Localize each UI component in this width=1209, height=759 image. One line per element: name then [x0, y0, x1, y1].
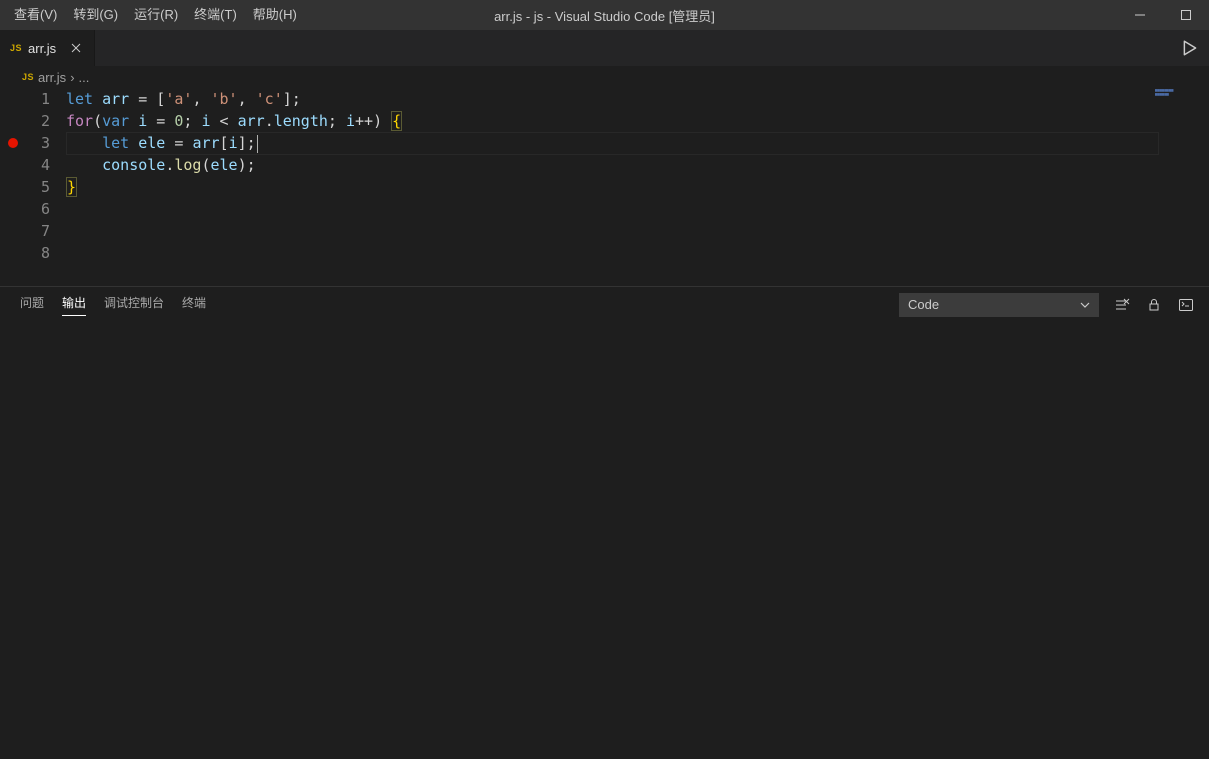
editor-tab-bar: JS arr.js: [0, 30, 1209, 66]
bottom-panel: 问题输出调试控制台终端 Code: [0, 286, 1209, 759]
breakpoint-gutter[interactable]: [0, 154, 26, 176]
menu-item[interactable]: 转到(G): [65, 0, 126, 30]
tab-arr-js[interactable]: JS arr.js: [0, 30, 95, 66]
editor-line[interactable]: 7: [0, 220, 1209, 242]
editor-line[interactable]: 1let arr = ['a', 'b', 'c'];: [0, 88, 1209, 110]
breadcrumb-tail: ...: [79, 70, 90, 85]
menu-item[interactable]: 运行(R): [126, 0, 186, 30]
code-content[interactable]: let ele = arr[i];: [66, 132, 258, 154]
close-icon: [71, 43, 81, 53]
editor-line[interactable]: 6: [0, 198, 1209, 220]
lock-icon: [1147, 298, 1161, 312]
code-content[interactable]: console.log(ele);: [66, 154, 256, 176]
run-file-button[interactable]: [1181, 39, 1199, 57]
editor-line[interactable]: 5}: [0, 176, 1209, 198]
window-title: arr.js - js - Visual Studio Code [管理员]: [494, 6, 715, 25]
menu-item[interactable]: 查看(V): [6, 0, 65, 30]
line-number: 3: [26, 132, 66, 154]
maximize-icon: [1181, 10, 1191, 20]
minimize-button[interactable]: [1117, 0, 1163, 30]
minimize-icon: [1135, 10, 1145, 20]
breakpoint-gutter[interactable]: [0, 198, 26, 220]
lock-scroll-button[interactable]: [1145, 296, 1163, 314]
code-content[interactable]: }: [66, 176, 77, 198]
editor-line[interactable]: 3 let ele = arr[i];: [0, 132, 1209, 154]
editor-line[interactable]: 4 console.log(ele);: [0, 154, 1209, 176]
editor-line[interactable]: 8: [0, 242, 1209, 264]
title-bar: 查看(V)转到(G)运行(R)终端(T)帮助(H) arr.js - js - …: [0, 0, 1209, 30]
tab-label: arr.js: [28, 41, 56, 56]
breadcrumb[interactable]: JS arr.js › ...: [0, 66, 1209, 88]
text-cursor: [257, 135, 258, 153]
maximize-button[interactable]: [1163, 0, 1209, 30]
line-number: 4: [26, 154, 66, 176]
js-file-icon: JS: [10, 43, 22, 53]
line-number: 1: [26, 88, 66, 110]
editor-line[interactable]: 2for(var i = 0; i < arr.length; i++) {: [0, 110, 1209, 132]
chevron-down-icon: [1080, 300, 1090, 310]
code-content[interactable]: let arr = ['a', 'b', 'c'];: [66, 88, 301, 110]
panel-tab[interactable]: 调试控制台: [104, 294, 164, 315]
output-channel-label: Code: [908, 297, 939, 312]
breadcrumb-separator: ›: [70, 70, 74, 85]
breakpoint-gutter[interactable]: [0, 110, 26, 132]
code-editor[interactable]: 1let arr = ['a', 'b', 'c'];2for(var i = …: [0, 88, 1209, 286]
line-number: 7: [26, 220, 66, 242]
breakpoint-gutter[interactable]: [0, 132, 26, 154]
clear-output-button[interactable]: [1113, 296, 1131, 314]
breakpoint-gutter[interactable]: [0, 220, 26, 242]
js-file-icon: JS: [22, 72, 34, 82]
terminal-icon: [1178, 297, 1194, 313]
panel-tab[interactable]: 问题: [20, 294, 44, 315]
line-number: 8: [26, 242, 66, 264]
open-new-terminal-button[interactable]: [1177, 296, 1195, 314]
breadcrumb-file: arr.js: [38, 70, 66, 85]
line-number: 5: [26, 176, 66, 198]
tab-close-button[interactable]: [68, 40, 84, 56]
breakpoint-icon: [8, 138, 18, 148]
breakpoint-gutter[interactable]: [0, 242, 26, 264]
panel-tab[interactable]: 输出: [62, 294, 86, 316]
breakpoint-gutter[interactable]: [0, 88, 26, 110]
window-controls: [1117, 0, 1209, 30]
minimap[interactable]: ▆▆▆▆▆▆▆▆▆▆▆▆▆▆: [1155, 88, 1195, 100]
menu-item[interactable]: 帮助(H): [245, 0, 305, 30]
line-number: 6: [26, 198, 66, 220]
play-icon: [1181, 39, 1199, 57]
panel-tab-bar: 问题输出调试控制台终端 Code: [0, 287, 1209, 322]
output-channel-select[interactable]: Code: [899, 293, 1099, 317]
line-number: 2: [26, 110, 66, 132]
breakpoint-gutter[interactable]: [0, 176, 26, 198]
menu-item[interactable]: 终端(T): [186, 0, 245, 30]
code-content[interactable]: for(var i = 0; i < arr.length; i++) {: [66, 110, 402, 132]
panel-tab[interactable]: 终端: [182, 294, 206, 315]
clear-icon: [1114, 297, 1130, 313]
